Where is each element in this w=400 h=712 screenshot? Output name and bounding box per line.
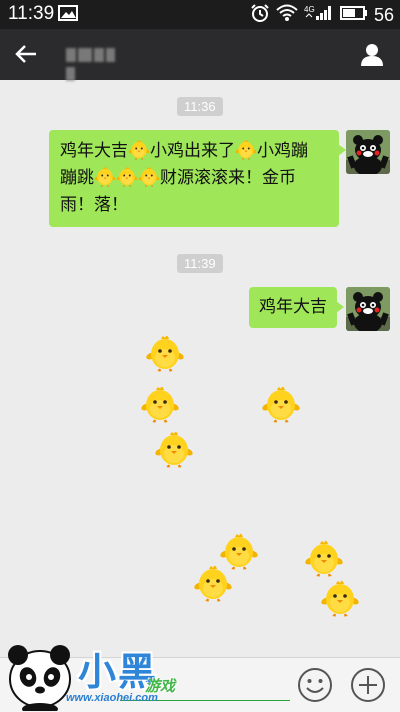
chick-emoji-icon [116,165,138,187]
falling-chick-icon [193,562,233,602]
message-text: 小鸡蹦 [257,141,308,161]
profile-icon[interactable] [360,42,384,70]
message-text: 小鸡出来了 [150,141,235,161]
message-text: 鸡年大吉 [259,297,327,317]
message-text: 雨！落！ [60,195,128,215]
falling-chick-icon [154,428,194,468]
status-icons: 4G 56 [250,3,394,27]
message-text: 财源滚滚来！金币 [160,168,296,188]
chick-emoji-icon [128,138,150,160]
battery-icon [339,5,368,25]
chick-emoji-icon [94,165,116,187]
battery-level: 56 [373,4,394,25]
chat-header [0,29,400,81]
status-time: 11:39 [8,3,55,24]
avatar[interactable] [346,130,390,174]
back-arrow-icon[interactable] [14,43,38,69]
timestamp-chip: 11:39 [177,254,223,273]
plus-icon[interactable] [350,667,386,707]
message-bubble[interactable]: 鸡年大吉 [249,287,344,328]
avatar[interactable] [346,287,390,331]
falling-chick-icon [140,383,180,423]
signal-4g-icon: 4G [304,4,334,26]
alarm-icon [250,3,270,27]
chick-emoji-icon [235,138,257,160]
falling-chick-icon [304,537,344,577]
watermark-logo: 小黑 游戏 www.xiaohei.com [0,635,200,711]
message-bubble[interactable]: 鸡年大吉 小鸡出来了 小鸡蹦蹦跳 财源滚滚来！金币雨！落！ [49,130,346,227]
falling-chick-icon [145,332,185,372]
contact-name-blurred [66,47,126,81]
watermark-url: www.xiaohei.com [66,692,158,704]
falling-chick-icon [320,577,360,617]
status-bar: 11:39 4G 56 [0,0,400,29]
message-text: 蹦跳 [60,168,94,188]
chick-emoji-icon [138,165,160,187]
message-text: 鸡年大吉 [60,141,128,161]
wifi-icon [276,4,298,26]
falling-chick-icon [261,383,301,423]
timestamp-chip: 11:36 [177,97,223,116]
image-icon [58,5,78,25]
emoji-icon[interactable] [297,667,333,707]
svg-text:4G: 4G [304,5,315,14]
